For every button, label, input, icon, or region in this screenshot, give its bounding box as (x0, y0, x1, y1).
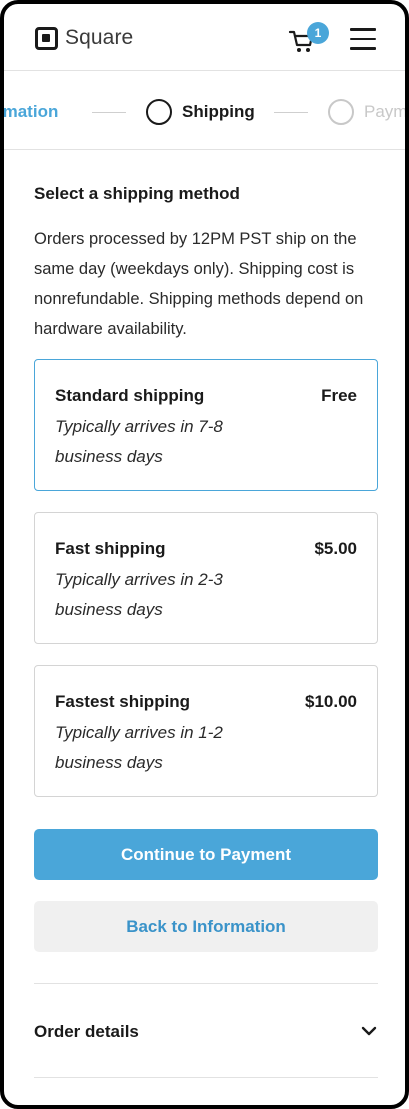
step-shipping: Shipping (182, 102, 255, 121)
cart-count-badge: 1 (307, 22, 329, 44)
option-name: Fastest shipping (55, 692, 191, 711)
device-frame: Square 1 rmation Shipping Paym Select a … (0, 0, 409, 1109)
section-title: Select a shipping method (34, 184, 240, 203)
cart-button[interactable]: 1 (288, 22, 329, 56)
option-description: Typically arrives in 1-2 business days (55, 723, 223, 772)
option-description: Typically arrives in 2-3 business days (55, 570, 223, 619)
option-price: $10.00 (305, 692, 357, 711)
step-shipping-circle (146, 99, 172, 125)
divider (34, 983, 378, 984)
square-logo-icon (35, 26, 58, 50)
continue-to-payment-button[interactable]: Continue to Payment (34, 829, 378, 880)
shipping-option-fastest[interactable]: Fastest shipping $10.00 Typically arrive… (34, 665, 378, 797)
option-price: Free (321, 386, 357, 405)
step-connector (92, 112, 126, 113)
back-to-information-button[interactable]: Back to Information (34, 901, 378, 952)
option-name: Standard shipping (55, 386, 205, 405)
hamburger-menu-icon[interactable] (350, 28, 376, 50)
step-information[interactable]: rmation (4, 102, 58, 122)
logo-text: Square (65, 26, 134, 49)
option-description: Typically arrives in 7-8 business days (55, 417, 223, 466)
square-logo[interactable]: Square (35, 26, 133, 50)
step-connector (274, 112, 308, 113)
shipping-description: Orders processed by 12PM PST ship on the… (34, 230, 364, 338)
step-payment-circle (328, 99, 354, 125)
top-header: Square 1 (4, 4, 405, 71)
divider (34, 1077, 378, 1078)
order-details-toggle[interactable]: Order details (34, 1014, 378, 1050)
shipping-option-fast[interactable]: Fast shipping $5.00 Typically arrives in… (34, 512, 378, 644)
option-name: Fast shipping (55, 539, 166, 558)
shipping-option-standard[interactable]: Standard shipping Free Typically arrives… (34, 359, 378, 491)
option-price: $5.00 (314, 539, 357, 558)
chevron-down-icon (361, 1026, 377, 1036)
checkout-steps: rmation Shipping Paym (4, 72, 405, 150)
step-payment: Paym (364, 102, 405, 121)
order-details-label: Order details (34, 1022, 139, 1041)
